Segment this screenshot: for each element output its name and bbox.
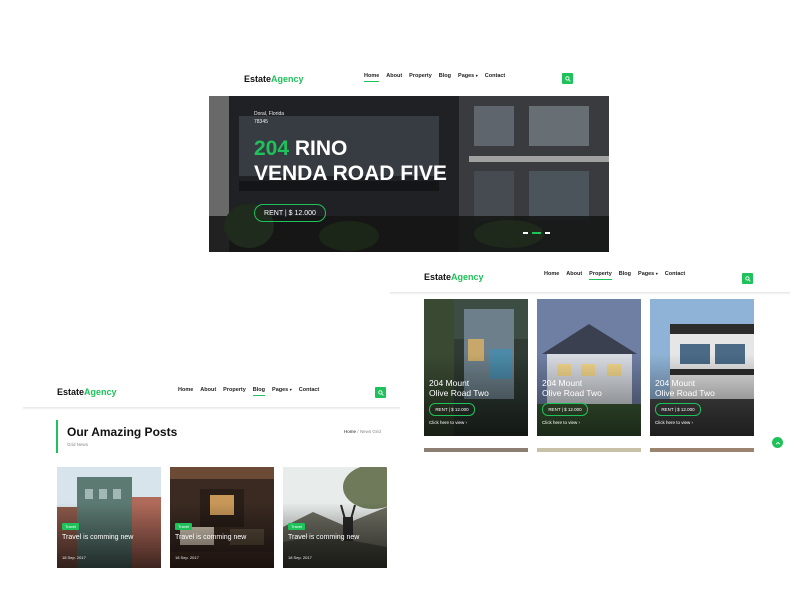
post-date: 18 Sep. 2017 bbox=[175, 555, 199, 560]
slide-title: 204 RINO VENDA ROAD FIVE bbox=[254, 137, 447, 185]
post-grid: Travel Travel is comming new 18 Sep. 201… bbox=[57, 467, 387, 568]
search-button[interactable] bbox=[375, 387, 386, 398]
post-title[interactable]: Travel is comming new bbox=[175, 533, 265, 542]
slider-dot-active[interactable] bbox=[532, 232, 541, 234]
post-card[interactable]: Travel Travel is comming new 18 Sep. 201… bbox=[283, 467, 387, 568]
post-card[interactable]: Travel Travel is comming new 18 Sep. 201… bbox=[170, 467, 274, 568]
nav-pages[interactable]: Pages ▾ bbox=[272, 387, 292, 396]
rent-price-button[interactable]: RENT | $ 12.000 bbox=[655, 403, 701, 416]
post-date: 18 Sep. 2017 bbox=[288, 555, 312, 560]
property-card[interactable]: 204 Mount Olive Road Two RENT | $ 12.000 … bbox=[650, 299, 754, 436]
card-strip bbox=[537, 448, 641, 452]
nav-blog[interactable]: Blog bbox=[252, 387, 266, 396]
property-card[interactable]: 204 Mount Olive Road Two RENT | $ 12.000 … bbox=[424, 299, 528, 436]
image-overlay bbox=[170, 467, 274, 568]
property-page-preview: EstateAgency Home About Property Blog Pa… bbox=[390, 265, 790, 465]
caret-down-icon: ▾ bbox=[289, 387, 292, 392]
next-row-preview bbox=[424, 448, 754, 452]
chevron-right-icon: › bbox=[465, 420, 468, 425]
main-nav: Home About Property Blog Pages ▾ Contact bbox=[178, 387, 319, 396]
search-icon bbox=[377, 389, 384, 396]
chevron-right-icon: › bbox=[578, 420, 581, 425]
page-title: Our Amazing Posts bbox=[67, 425, 178, 439]
search-button[interactable] bbox=[562, 73, 573, 84]
caret-down-icon: ▾ bbox=[475, 73, 478, 78]
property-name: 204 Mount Olive Road Two bbox=[655, 378, 715, 398]
caret-down-icon: ▾ bbox=[655, 271, 658, 276]
search-button[interactable] bbox=[742, 273, 753, 284]
page-subtitle: Grid News bbox=[67, 442, 89, 447]
breadcrumb: Home / News Grid bbox=[344, 429, 381, 434]
logo[interactable]: EstateAgency bbox=[57, 387, 117, 397]
nav-contact[interactable]: Contact bbox=[485, 73, 505, 82]
search-icon bbox=[744, 275, 751, 282]
nav-about[interactable]: About bbox=[386, 73, 402, 82]
blog-page-preview: EstateAgency Home About Property Blog Pa… bbox=[23, 381, 400, 571]
nav-pages[interactable]: Pages ▾ bbox=[458, 73, 478, 82]
home-page-preview: EstateAgency Home About Property Blog Pa… bbox=[209, 66, 609, 252]
chevron-right-icon: › bbox=[691, 420, 694, 425]
logo[interactable]: EstateAgency bbox=[244, 74, 304, 84]
property-name: 204 Mount Olive Road Two bbox=[542, 378, 602, 398]
slider-dot[interactable] bbox=[523, 232, 528, 234]
slider-dots bbox=[523, 232, 550, 234]
title-accent-bar bbox=[56, 420, 58, 453]
nav-contact[interactable]: Contact bbox=[299, 387, 319, 396]
post-tag[interactable]: Travel bbox=[288, 523, 305, 530]
hero-slider[interactable]: Doral, Florida 78345 204 RINO VENDA ROAD… bbox=[209, 96, 609, 252]
breadcrumb-home[interactable]: Home bbox=[344, 429, 356, 434]
slider-dot[interactable] bbox=[545, 232, 550, 234]
rent-price-button[interactable]: RENT | $ 12.000 bbox=[429, 403, 475, 416]
nav-home[interactable]: Home bbox=[364, 73, 380, 82]
nav-contact[interactable]: Contact bbox=[665, 271, 685, 280]
nav-property[interactable]: Property bbox=[409, 73, 432, 82]
property-name: 204 Mount Olive Road Two bbox=[429, 378, 489, 398]
nav-blog[interactable]: Blog bbox=[619, 271, 631, 280]
main-nav: Home About Property Blog Pages ▾ Contact bbox=[544, 271, 685, 280]
rent-price-button[interactable]: RENT | $ 12.000 bbox=[254, 204, 326, 222]
nav-home[interactable]: Home bbox=[544, 271, 559, 280]
rent-price-button[interactable]: RENT | $ 12.000 bbox=[542, 403, 588, 416]
post-card[interactable]: Travel Travel is comming new 18 Sep. 201… bbox=[57, 467, 161, 568]
nav-about[interactable]: About bbox=[566, 271, 582, 280]
nav-blog[interactable]: Blog bbox=[439, 73, 451, 82]
image-overlay bbox=[283, 467, 387, 568]
view-link[interactable]: Click here to view › bbox=[429, 420, 467, 425]
nav-property[interactable]: Property bbox=[589, 271, 612, 280]
post-date: 18 Sep. 2017 bbox=[62, 555, 86, 560]
view-link[interactable]: Click here to view › bbox=[542, 420, 580, 425]
header-shadow bbox=[390, 292, 790, 295]
post-title[interactable]: Travel is comming new bbox=[62, 533, 152, 542]
image-overlay bbox=[57, 467, 161, 568]
property-card[interactable]: 204 Mount Olive Road Two RENT | $ 12.000 … bbox=[537, 299, 641, 436]
logo[interactable]: EstateAgency bbox=[424, 272, 484, 282]
card-strip bbox=[650, 448, 754, 452]
breadcrumb-current: News Grid bbox=[359, 429, 381, 434]
nav-home[interactable]: Home bbox=[178, 387, 193, 396]
nav-pages[interactable]: Pages ▾ bbox=[638, 271, 658, 280]
post-tag[interactable]: Travel bbox=[175, 523, 192, 530]
view-link[interactable]: Click here to view › bbox=[655, 420, 693, 425]
chevron-up-icon bbox=[775, 441, 780, 445]
scroll-top-button[interactable] bbox=[772, 437, 783, 448]
search-icon bbox=[564, 75, 571, 82]
post-tag[interactable]: Travel bbox=[62, 523, 79, 530]
nav-property[interactable]: Property bbox=[223, 387, 246, 396]
main-nav: Home About Property Blog Pages ▾ Contact bbox=[364, 73, 505, 82]
post-title[interactable]: Travel is comming new bbox=[288, 533, 378, 542]
card-strip bbox=[424, 448, 528, 452]
property-grid: 204 Mount Olive Road Two RENT | $ 12.000 … bbox=[424, 299, 754, 436]
header-shadow bbox=[23, 407, 400, 410]
slide-address: Doral, Florida 78345 bbox=[254, 111, 285, 125]
nav-about[interactable]: About bbox=[200, 387, 216, 396]
